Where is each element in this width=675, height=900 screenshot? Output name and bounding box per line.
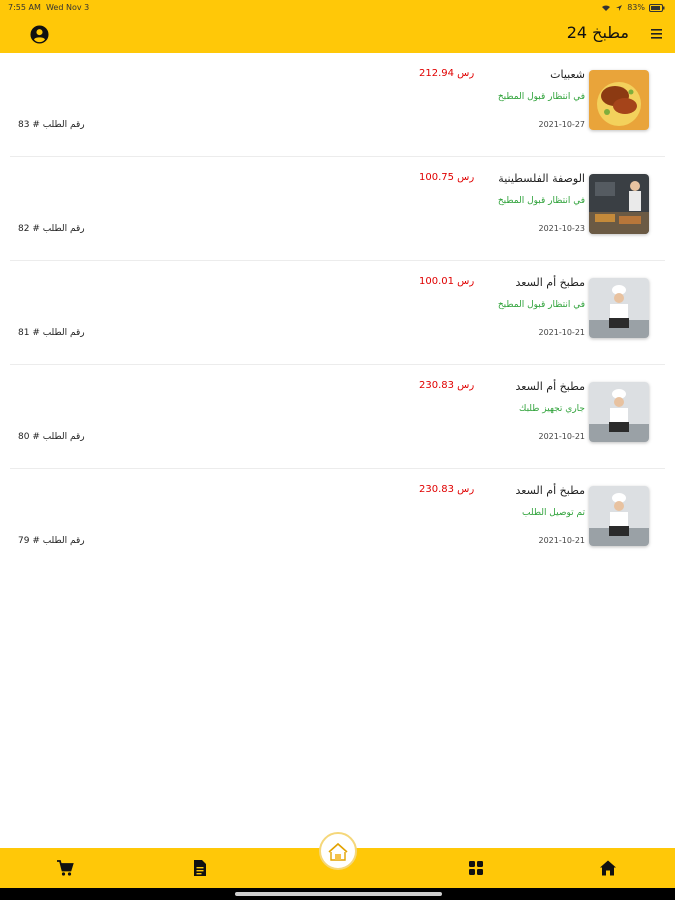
chef-image: [589, 278, 649, 338]
clock-text: 7:55 AM: [8, 3, 41, 12]
order-price: 230.83 رس: [419, 380, 475, 391]
order-date: 2021-10-21: [538, 328, 586, 337]
order-date: 2021-10-21: [538, 432, 586, 441]
home-icon[interactable]: [598, 858, 618, 878]
order-number: رقم الطلب # 83: [18, 120, 85, 130]
order-price: 100.01 رس: [419, 276, 475, 287]
order-price: 230.83 رس: [419, 484, 475, 495]
kitchen-logo-icon: [328, 842, 348, 861]
order-date: 2021-10-23: [538, 224, 586, 233]
order-item[interactable]: مطبخ أم السعد 230.83 رس تم توصيل الطلب 2…: [10, 469, 665, 572]
battery-icon: [649, 3, 665, 12]
order-date: 2021-10-27: [538, 120, 586, 129]
food-dish-image: [589, 70, 649, 130]
app-logo-button[interactable]: [319, 832, 357, 870]
order-date: 2021-10-21: [538, 536, 586, 545]
status-bar: 7:55 AM Wed Nov 3 83%: [0, 0, 675, 16]
order-thumbnail: [589, 278, 649, 338]
order-number: رقم الطلب # 82: [18, 224, 85, 234]
order-number: رقم الطلب # 81: [18, 328, 85, 338]
order-status: تم توصيل الطلب: [522, 508, 585, 518]
kitchen-name: شعبيات: [550, 68, 585, 81]
app-bar: مطبخ 24: [0, 16, 675, 53]
order-status: في انتظار قبول المطبخ: [497, 300, 585, 310]
order-thumbnail: [589, 70, 649, 130]
order-thumbnail: [589, 174, 649, 234]
order-item[interactable]: الوصفة الفلسطينية 100.75 رس في انتظار قب…: [10, 157, 665, 261]
kitchen-name: مطبخ أم السعد: [515, 484, 586, 497]
status-indicators: 83%: [601, 3, 665, 12]
order-price: 100.75 رس: [419, 172, 475, 183]
date-text: Wed Nov 3: [45, 3, 90, 12]
menu-icon[interactable]: [649, 27, 665, 41]
document-icon[interactable]: [190, 858, 210, 878]
order-thumbnail: [589, 382, 649, 442]
app-title: مطبخ 24: [566, 23, 629, 42]
order-number: رقم الطلب # 80: [18, 432, 85, 442]
chef-image: [589, 382, 649, 442]
order-item[interactable]: مطبخ أم السعد 100.01 رس في انتظار قبول ا…: [10, 261, 665, 365]
chef-image: [589, 486, 649, 546]
location-icon: [616, 4, 623, 11]
cart-icon[interactable]: [55, 858, 75, 878]
battery-percent: 83%: [627, 3, 645, 12]
order-status: في انتظار قبول المطبخ: [497, 196, 585, 206]
account-circle-icon[interactable]: [30, 25, 49, 44]
kitchen-name: مطبخ أم السعد: [515, 380, 586, 393]
order-item[interactable]: شعبيات 212.94 رس في انتظار قبول المطبخ 2…: [10, 53, 665, 157]
kitchen-name: مطبخ أم السعد: [515, 276, 586, 289]
kitchen-photo-image: [589, 174, 649, 234]
home-indicator[interactable]: [235, 892, 442, 896]
grid-icon[interactable]: [466, 858, 486, 878]
order-price: 212.94 رس: [419, 68, 475, 79]
order-item[interactable]: مطبخ أم السعد 230.83 رس جاري تجهيز طلبك …: [10, 365, 665, 469]
order-thumbnail: [589, 486, 649, 546]
order-status: جاري تجهيز طلبك: [518, 404, 585, 414]
kitchen-name: الوصفة الفلسطينية: [498, 172, 585, 185]
order-number: رقم الطلب # 79: [18, 536, 85, 546]
orders-list: شعبيات 212.94 رس في انتظار قبول المطبخ 2…: [0, 53, 675, 572]
order-status: في انتظار قبول المطبخ: [497, 92, 585, 102]
wifi-icon: [602, 4, 611, 11]
status-time: 7:55 AM Wed Nov 3: [8, 3, 89, 12]
